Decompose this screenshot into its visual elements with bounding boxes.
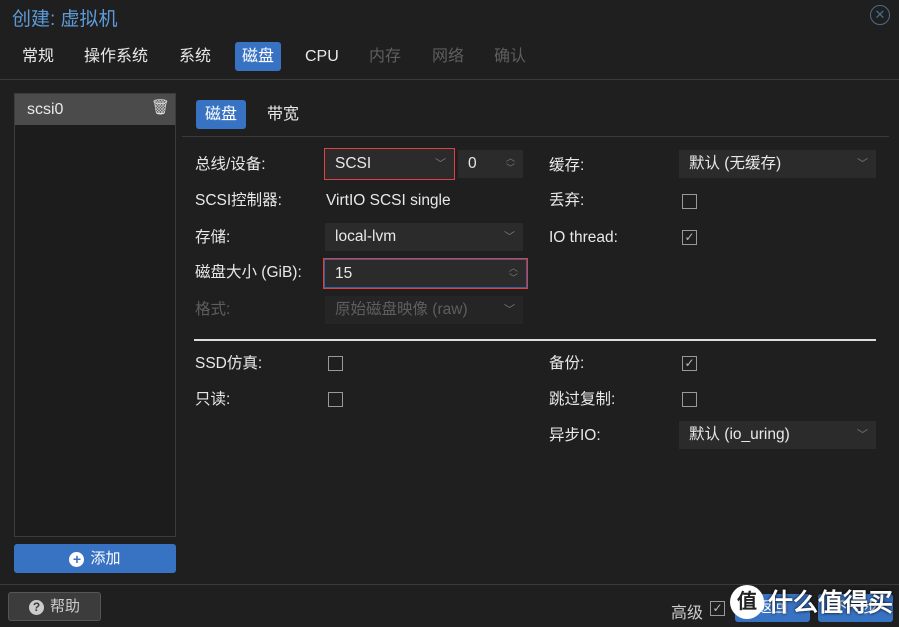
- tab-confirm: 确认: [494, 48, 527, 65]
- cache-label: 缓存:: [549, 157, 585, 174]
- format-select: 原始磁盘映像 (raw) ﹀: [325, 296, 523, 324]
- divider: [0, 79, 899, 80]
- tab-disk[interactable]: 磁盘: [235, 42, 282, 71]
- help-button[interactable]: ? 帮助: [8, 592, 101, 621]
- skip-replication-label: 跳过复制:: [549, 391, 616, 408]
- size-input[interactable]: 15 ︿ ﹀: [323, 258, 528, 289]
- watermark-logo: 值: [730, 585, 764, 619]
- iothread-label: IO thread:: [549, 229, 618, 246]
- bus-select[interactable]: SCSI ﹀: [324, 148, 455, 180]
- storage-value: local-lvm: [335, 228, 397, 245]
- async-io-label: 异步IO:: [549, 427, 601, 444]
- readonly-checkbox[interactable]: [328, 392, 343, 407]
- help-label: 帮助: [49, 598, 80, 615]
- bus-label: 总线/设备:: [195, 156, 266, 173]
- section-divider: [194, 339, 876, 341]
- controller-value: VirtIO SCSI single: [326, 192, 451, 209]
- skip-replication-checkbox[interactable]: [682, 392, 697, 407]
- ssd-checkbox[interactable]: [328, 356, 343, 371]
- add-disk-button[interactable]: + 添加: [14, 544, 176, 573]
- question-icon: ?: [28, 600, 44, 615]
- advanced-checkbox[interactable]: ✓: [710, 601, 725, 616]
- divider: [182, 136, 889, 137]
- spinner-icon[interactable]: ︿ ﹀: [509, 263, 518, 283]
- advanced-label: 高级: [671, 605, 704, 622]
- discard-label: 丢弃:: [549, 192, 585, 209]
- chevron-down-icon: ﹀: [857, 158, 868, 170]
- backup-label: 备份:: [549, 355, 585, 372]
- chevron-down-icon: ﹀: [504, 231, 515, 243]
- plus-icon: +: [69, 552, 85, 567]
- window-title: 创建: 虚拟机: [12, 9, 118, 30]
- async-io-value: 默认 (io_uring): [689, 426, 790, 443]
- trash-icon[interactable]: 🗑: [151, 98, 170, 116]
- format-label: 格式:: [195, 301, 231, 318]
- subtab-disk[interactable]: 磁盘: [196, 100, 247, 129]
- divider: [0, 584, 899, 585]
- disk-list: [14, 93, 176, 537]
- tab-system[interactable]: 系统: [172, 42, 218, 71]
- watermark: 什么值得买: [768, 589, 894, 617]
- bus-value: SCSI: [335, 155, 372, 172]
- size-label: 磁盘大小 (GiB):: [195, 264, 302, 281]
- readonly-label: 只读:: [195, 391, 231, 408]
- device-number-input[interactable]: 0 ︿ ﹀: [458, 150, 523, 178]
- format-value: 原始磁盘映像 (raw): [335, 301, 468, 318]
- tab-os[interactable]: 操作系统: [77, 42, 155, 71]
- tab-network: 网络: [432, 48, 465, 65]
- async-io-select[interactable]: 默认 (io_uring) ﹀: [679, 421, 876, 449]
- chevron-down-icon: ﹀: [435, 158, 446, 170]
- size-value: 15: [335, 265, 353, 282]
- close-icon[interactable]: ✕: [870, 5, 890, 25]
- device-value: 0: [468, 155, 477, 172]
- spinner-icon[interactable]: ︿ ﹀: [506, 153, 515, 173]
- subtab-bandwidth[interactable]: 带宽: [258, 100, 308, 129]
- iothread-checkbox[interactable]: ✓: [682, 230, 697, 245]
- cache-value: 默认 (无缓存): [689, 155, 782, 172]
- discard-checkbox[interactable]: [682, 194, 697, 209]
- add-label: 添加: [90, 550, 121, 567]
- backup-checkbox[interactable]: ✓: [682, 356, 697, 371]
- tab-memory: 内存: [369, 48, 402, 65]
- chevron-down-icon: ﹀: [504, 304, 515, 316]
- tab-general[interactable]: 常规: [15, 42, 61, 71]
- chevron-down-icon: ﹀: [857, 429, 868, 441]
- storage-select[interactable]: local-lvm ﹀: [325, 223, 523, 251]
- ssd-label: SSD仿真:: [195, 355, 263, 372]
- storage-label: 存储:: [195, 229, 231, 246]
- controller-label: SCSI控制器:: [195, 192, 282, 209]
- cache-select[interactable]: 默认 (无缓存) ﹀: [679, 150, 876, 178]
- tab-cpu[interactable]: CPU: [298, 42, 346, 71]
